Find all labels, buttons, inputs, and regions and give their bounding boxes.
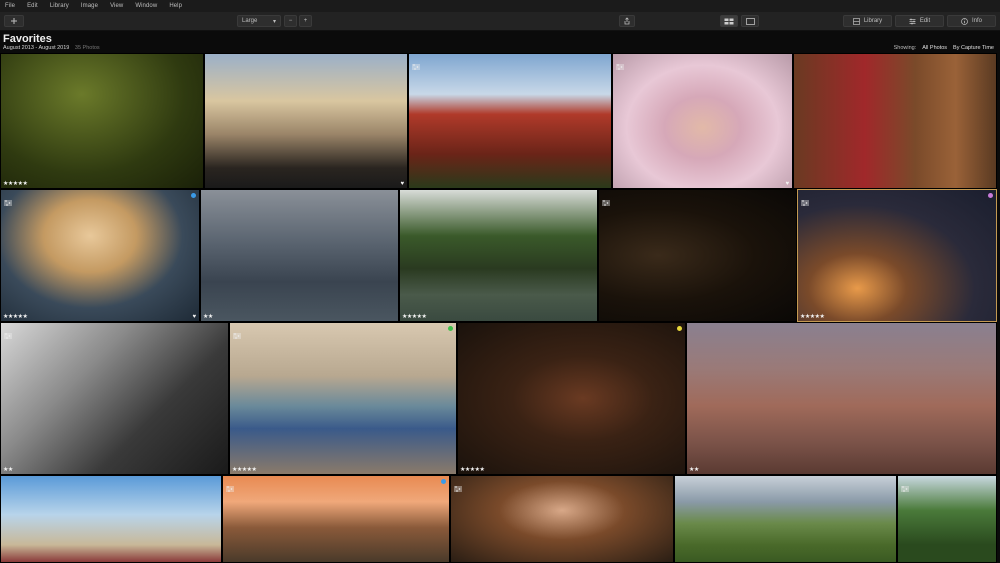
edited-icon: [454, 479, 462, 497]
photo-thumbnail[interactable]: [408, 53, 612, 189]
plus-label: +: [303, 18, 308, 24]
edited-icon: [412, 57, 420, 75]
heart-icon[interactable]: ♥: [400, 181, 404, 187]
plus-icon: [11, 18, 17, 24]
color-label-dot: [448, 326, 453, 331]
zoom-out-button[interactable]: −: [284, 15, 297, 27]
photo-thumbnail[interactable]: [674, 475, 897, 563]
star-rating[interactable]: ★★: [203, 313, 213, 320]
size-select-value: Large: [242, 18, 258, 24]
chevron-down-icon: ▾: [272, 18, 276, 25]
library-button[interactable]: Library: [843, 15, 892, 27]
heart-icon[interactable]: ♥: [192, 314, 196, 320]
photo-thumbnail[interactable]: [450, 475, 674, 563]
menu-edit[interactable]: Edit: [27, 3, 38, 9]
photo-thumbnail[interactable]: ♥: [612, 53, 793, 189]
sliders-icon: [909, 18, 916, 24]
single-image-icon: [745, 17, 755, 25]
edited-icon: [226, 479, 234, 497]
menu-library[interactable]: Library: [50, 3, 69, 9]
color-label-dot: [441, 479, 446, 484]
star-rating[interactable]: ★★★★★: [800, 313, 825, 320]
sort-dropdown[interactable]: By Capture Time: [953, 45, 994, 51]
photo-thumbnail[interactable]: ★★★★★: [229, 322, 457, 475]
share-button[interactable]: [619, 15, 635, 27]
menu-bar: File Edit Library Image View Window Help: [0, 0, 1000, 12]
album-header: Favorites August 2013 - August 2019 35 P…: [0, 31, 1000, 53]
photo-thumbnail[interactable]: ★★★★★: [0, 53, 204, 189]
date-range-text: August 2013 - August 2019: [3, 45, 70, 51]
info-label: Info: [971, 18, 982, 24]
edit-label: Edit: [919, 18, 931, 24]
zoom-in-button[interactable]: +: [299, 15, 312, 27]
edited-icon: [4, 326, 12, 344]
menu-view[interactable]: View: [110, 3, 123, 9]
edit-button[interactable]: Edit: [895, 15, 944, 27]
star-rating[interactable]: ★★★★★: [3, 180, 28, 187]
edited-icon: [602, 193, 610, 211]
edited-icon: [616, 57, 624, 75]
photo-thumbnail[interactable]: [598, 189, 797, 322]
photo-thumbnail[interactable]: ★★★★★ ♥: [0, 189, 200, 322]
showing-filter-dropdown[interactable]: All Photos: [922, 45, 947, 51]
page-title: Favorites: [3, 33, 52, 45]
edited-icon: [901, 479, 909, 497]
library-icon: [852, 17, 860, 25]
menu-file[interactable]: File: [5, 3, 15, 9]
star-rating[interactable]: ★★: [3, 466, 13, 473]
edited-icon: [801, 193, 809, 211]
star-rating[interactable]: ★★★★★: [3, 313, 28, 320]
photo-thumbnail[interactable]: [222, 475, 450, 563]
photo-count: 35 Photos: [74, 45, 100, 51]
color-label-dot: [191, 193, 196, 198]
showing-label: Showing:: [893, 45, 917, 51]
filter-bar: Showing: All Photos By Capture Time: [894, 45, 994, 51]
edited-icon: [233, 326, 241, 344]
grid-icon: [724, 18, 734, 24]
star-rating[interactable]: ★★: [689, 466, 699, 473]
photo-thumbnail[interactable]: ★★★★★: [399, 189, 598, 322]
menu-image[interactable]: Image: [81, 3, 98, 9]
photo-thumbnail[interactable]: ♥: [204, 53, 408, 189]
info-button[interactable]: Info: [947, 15, 996, 27]
heart-icon[interactable]: ♥: [785, 181, 789, 187]
grid-view-button[interactable]: [720, 15, 738, 27]
share-icon: [624, 17, 630, 25]
minus-label: −: [288, 18, 293, 24]
add-photos-button[interactable]: [4, 15, 24, 27]
photo-thumbnail[interactable]: [0, 475, 222, 563]
info-icon: [961, 17, 968, 25]
star-rating[interactable]: ★★★★★: [402, 313, 427, 320]
color-label-dot: [677, 326, 682, 331]
menu-window[interactable]: Window: [135, 3, 157, 9]
thumbnail-size-select[interactable]: Large ▾: [237, 15, 281, 27]
photo-thumbnail[interactable]: ★★★★★: [797, 189, 997, 322]
menu-help[interactable]: Help: [169, 3, 182, 9]
date-range: August 2013 - August 2019 35 Photos: [3, 45, 100, 51]
photo-thumbnail[interactable]: [897, 475, 997, 563]
toolbar: Large ▾ − + Library Edit Info: [0, 12, 1000, 31]
photo-thumbnail[interactable]: ★★: [0, 322, 229, 475]
photo-thumbnail[interactable]: ★★: [686, 322, 997, 475]
single-view-button[interactable]: [741, 15, 759, 27]
photo-thumbnail[interactable]: ★★★★★: [457, 322, 686, 475]
photo-thumbnail[interactable]: ★★: [200, 189, 399, 322]
photo-thumbnail[interactable]: [793, 53, 997, 189]
library-label: Library: [863, 18, 883, 24]
color-label-dot: [988, 193, 993, 198]
star-rating[interactable]: ★★★★★: [460, 466, 485, 473]
star-rating[interactable]: ★★★★★: [232, 466, 257, 473]
edited-icon: [4, 193, 12, 211]
